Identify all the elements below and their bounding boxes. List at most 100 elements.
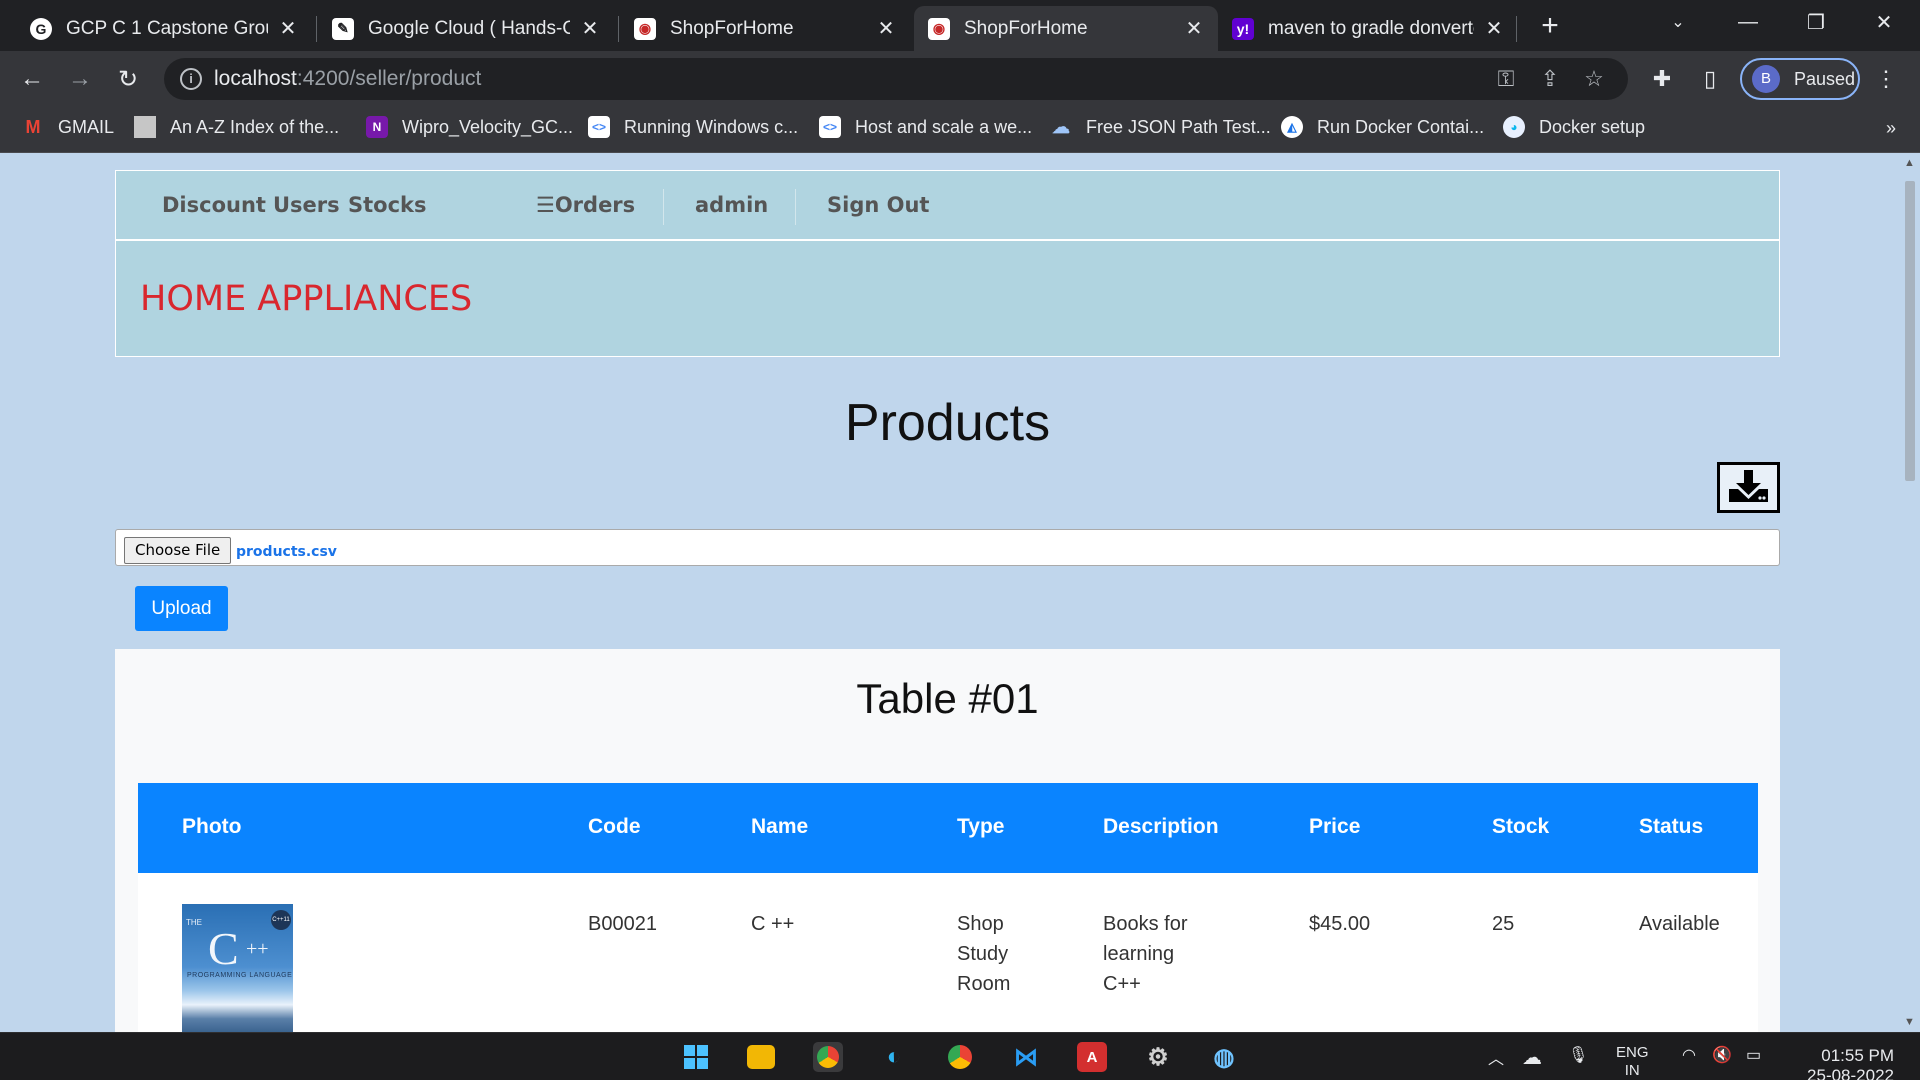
bookmark-star-icon[interactable]: ☆ [1580,68,1608,92]
browser-tab-1[interactable]: G GCP C 1 Capstone Groupi ✕ [16,6,312,51]
onenote-icon: N [366,116,388,138]
cloud-icon: ☁ [1052,116,1070,137]
new-tab-button[interactable]: + [1532,6,1568,46]
scroll-up-arrow-icon[interactable]: ▲ [1904,157,1915,169]
bookmark-az-index[interactable]: An A-Z Index of the... [134,116,339,138]
bookmark-label: Wipro_Velocity_GC... [402,116,574,137]
windows-start-icon[interactable] [681,1042,711,1072]
paint-palette-icon[interactable]: ◍ [1209,1042,1239,1072]
page-title: Products [844,394,1051,452]
browser-tab-3[interactable]: ◉ ShopForHome ✕ [620,6,910,51]
close-tab-icon[interactable]: ✕ [876,16,896,41]
products-table-card: Table #01 Photo Code Name Type Descripti… [115,649,1780,1032]
key-icon[interactable]: ⚿ [1492,68,1520,92]
tab-search-chevron-icon[interactable]: ⌄ [1644,0,1712,44]
chrome-profile-icon[interactable] [813,1042,843,1072]
acrobat-reader-icon[interactable]: A [1077,1042,1107,1072]
bookmark-json-path[interactable]: ☁ Free JSON Path Test... [1050,116,1271,138]
onedrive-cloud-icon[interactable]: ☁ [1522,1045,1542,1070]
bookmark-running-windows[interactable]: <> Running Windows c... [588,116,798,138]
bookmark-wipro[interactable]: N Wipro_Velocity_GC... [366,116,573,138]
nav-divider [795,189,796,225]
clock-time: 01:55 PM [1821,1046,1894,1065]
csv-file-input[interactable]: Choose File products.csv [115,529,1780,566]
settings-gear-icon[interactable]: ⚙ [1143,1042,1173,1072]
bookmarks-overflow-icon[interactable]: » [1886,118,1896,139]
speaker-muted-icon[interactable]: 🔇 [1712,1045,1732,1065]
cell-price: $45.00 [1309,913,1371,935]
nav-link-stocks[interactable]: Stocks [348,193,427,217]
reload-icon[interactable]: ↻ [110,61,146,97]
url-text[interactable]: localhost:4200/seller/product [214,67,481,91]
browser-tab-4-active[interactable]: ◉ ShopForHome ✕ [914,6,1218,51]
side-panel-icon[interactable]: ▯ [1696,65,1724,93]
hands-on-icon: ✎ [332,17,354,40]
address-bar[interactable]: i localhost:4200/seller/product ⚿ ⇪ ☆ [164,58,1628,100]
wifi-icon[interactable]: ◠ [1682,1045,1696,1065]
column-header-status: Status [1639,815,1704,838]
region-code: IN [1624,1062,1640,1079]
book-cover-badge: C++11 [271,910,291,930]
nav-divider [663,189,664,225]
vscode-icon[interactable]: ⋈ [1011,1042,1041,1072]
bookmark-docker-setup[interactable]: ◕ Docker setup [1503,116,1645,138]
nav-link-discount[interactable]: Discount [162,193,266,217]
edge-browser-icon[interactable]: ◐ [879,1042,909,1072]
nav-link-admin[interactable]: admin [695,193,768,217]
bookmarks-bar: M GMAIL An A-Z Index of the... N Wipro_V… [0,107,1920,153]
book-cover-text: C [208,923,239,974]
tab-title: GCP C 1 Capstone Groupi [66,17,268,39]
page-icon [134,116,156,138]
bookmark-run-docker[interactable]: ◭ Run Docker Contai... [1281,116,1484,138]
file-explorer-icon[interactable] [747,1045,775,1069]
forward-arrow-icon[interactable]: → [62,61,98,97]
input-language[interactable]: ENG IN [1616,1044,1649,1080]
extensions-puzzle-icon[interactable]: ✚ [1648,65,1676,93]
close-tab-icon[interactable]: ✕ [278,16,298,41]
battery-icon[interactable]: ▭ [1746,1045,1761,1065]
choose-file-button[interactable]: Choose File [124,537,232,564]
restore-icon[interactable]: ❐ [1782,0,1850,44]
table-row[interactable]: THE C ++ PROGRAMMING LANGUAGE C++11 B000… [138,873,1758,1032]
bookmark-label: Running Windows c... [624,116,799,137]
close-tab-icon[interactable]: ✕ [1184,16,1204,41]
nav-link-orders[interactable]: ☰Orders [536,193,635,217]
page-scrollbar[interactable]: ▲ ▼ [1900,153,1920,1032]
show-hidden-icons-icon[interactable]: ︿ [1488,1045,1504,1069]
cell-description: Books for learning C++ [1103,913,1188,995]
microphone-icon[interactable]: 🎙 [1568,1045,1588,1065]
nav-link-sign-out[interactable]: Sign Out [827,193,929,217]
bookmark-gmail[interactable]: M GMAIL [22,116,115,138]
chrome-icon[interactable] [945,1042,975,1072]
profile-button[interactable]: B Paused [1740,58,1860,100]
globe-icon: ◭ [1281,116,1303,138]
nav-link-users[interactable]: Users [273,193,340,217]
menu-kebab-icon[interactable]: ⋮ [1872,65,1900,93]
share-icon[interactable]: ⇪ [1536,68,1564,92]
close-tab-icon[interactable]: ✕ [580,16,600,41]
bookmark-label: Free JSON Path Test... [1086,116,1271,137]
browser-tab-5[interactable]: y! maven to gradle donverte ✕ [1218,6,1518,51]
site-info-icon[interactable]: i [180,68,202,90]
column-header-code: Code [588,815,641,838]
minimize-icon[interactable]: — [1714,0,1782,44]
tab-title: ShopForHome [670,17,794,39]
scrollbar-thumb[interactable] [1905,181,1915,481]
upload-button[interactable]: Upload [135,586,228,631]
back-arrow-icon[interactable]: ← [14,61,50,97]
windows-logo-icon [684,1045,708,1069]
close-tab-icon[interactable]: ✕ [1484,16,1504,41]
column-header-name: Name [751,815,809,838]
language-code: ENG [1616,1044,1649,1061]
system-clock[interactable]: 01:55 PM 25-08-2022 [1807,1046,1894,1080]
download-button[interactable] [1717,462,1780,513]
brand-title[interactable]: HOME APPLIANCES [140,279,472,319]
column-header-price: Price [1309,815,1361,838]
browser-tab-2[interactable]: ✎ Google Cloud ( Hands-On ✕ [318,6,614,51]
scroll-down-arrow-icon[interactable]: ▼ [1904,1016,1915,1028]
bookmark-label: Docker setup [1539,116,1646,137]
cell-stock: 25 [1492,913,1515,935]
bookmark-host-scale[interactable]: <> Host and scale a we... [819,116,1032,138]
close-window-icon[interactable]: ✕ [1850,0,1918,44]
column-header-description: Description [1103,815,1219,838]
